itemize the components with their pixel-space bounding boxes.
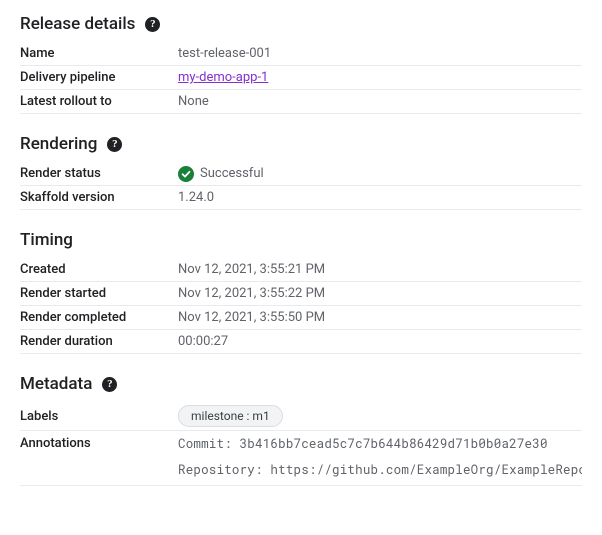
timing-title: Timing: [20, 230, 73, 250]
rendering-header: Rendering ?: [20, 134, 582, 154]
annotation-commit: Commit: 3b416bb7cead5c7c7b644b86429d71b0…: [178, 436, 548, 452]
rendering-section: Rendering ? Render status Successful Ska…: [20, 134, 582, 210]
created-value: Nov 12, 2021, 3:55:21 PM: [178, 262, 582, 277]
label-chip[interactable]: milestone : m1: [178, 405, 283, 427]
timing-section: Timing Created Nov 12, 2021, 3:55:21 PM …: [20, 230, 582, 354]
annotations-row: Annotations Commit: 3b416bb7cead5c7c7b64…: [20, 431, 582, 486]
created-row: Created Nov 12, 2021, 3:55:21 PM: [20, 258, 582, 282]
created-label: Created: [20, 262, 178, 277]
rollout-value: None: [178, 94, 582, 109]
metadata-section: Metadata ? Labels milestone : m1 Annotat…: [20, 374, 582, 486]
help-icon[interactable]: ?: [102, 377, 117, 392]
render-started-label: Render started: [20, 286, 178, 301]
rollout-row: Latest rollout to None: [20, 90, 582, 114]
pipeline-row: Delivery pipeline my-demo-app-1: [20, 66, 582, 90]
help-icon[interactable]: ?: [107, 137, 122, 152]
rendering-title: Rendering: [20, 134, 97, 154]
pipeline-link[interactable]: my-demo-app-1: [178, 70, 268, 85]
metadata-header: Metadata ?: [20, 374, 582, 394]
skaffold-row: Skaffold version 1.24.0: [20, 186, 582, 210]
render-started-row: Render started Nov 12, 2021, 3:55:22 PM: [20, 282, 582, 306]
render-completed-value: Nov 12, 2021, 3:55:50 PM: [178, 310, 582, 325]
labels-row: Labels milestone : m1: [20, 402, 582, 431]
release-details-header: Release details ?: [20, 14, 582, 34]
release-details-section: Release details ? Name test-release-001 …: [20, 14, 582, 114]
annotation-repo: Repository: https://github.com/ExampleOr…: [178, 462, 582, 478]
render-duration-row: Render duration 00:00:27: [20, 330, 582, 354]
help-icon[interactable]: ?: [145, 17, 160, 32]
timing-header: Timing: [20, 230, 582, 250]
pipeline-label: Delivery pipeline: [20, 70, 178, 85]
render-status-row: Render status Successful: [20, 162, 582, 186]
name-value: test-release-001: [178, 46, 582, 61]
labels-label: Labels: [20, 409, 178, 424]
success-check-icon: [178, 166, 194, 182]
name-row: Name test-release-001: [20, 42, 582, 66]
skaffold-label: Skaffold version: [20, 190, 178, 205]
release-details-title: Release details: [20, 14, 135, 34]
render-status-value: Successful: [200, 166, 264, 181]
annotations-label: Annotations: [20, 436, 178, 451]
rollout-label: Latest rollout to: [20, 94, 178, 109]
render-status-label: Render status: [20, 166, 178, 181]
name-label: Name: [20, 46, 178, 61]
render-duration-value: 00:00:27: [178, 334, 582, 349]
render-started-value: Nov 12, 2021, 3:55:22 PM: [178, 286, 582, 301]
render-duration-label: Render duration: [20, 334, 178, 349]
skaffold-value: 1.24.0: [178, 190, 582, 205]
render-completed-label: Render completed: [20, 310, 178, 325]
metadata-title: Metadata: [20, 374, 92, 394]
render-completed-row: Render completed Nov 12, 2021, 3:55:50 P…: [20, 306, 582, 330]
